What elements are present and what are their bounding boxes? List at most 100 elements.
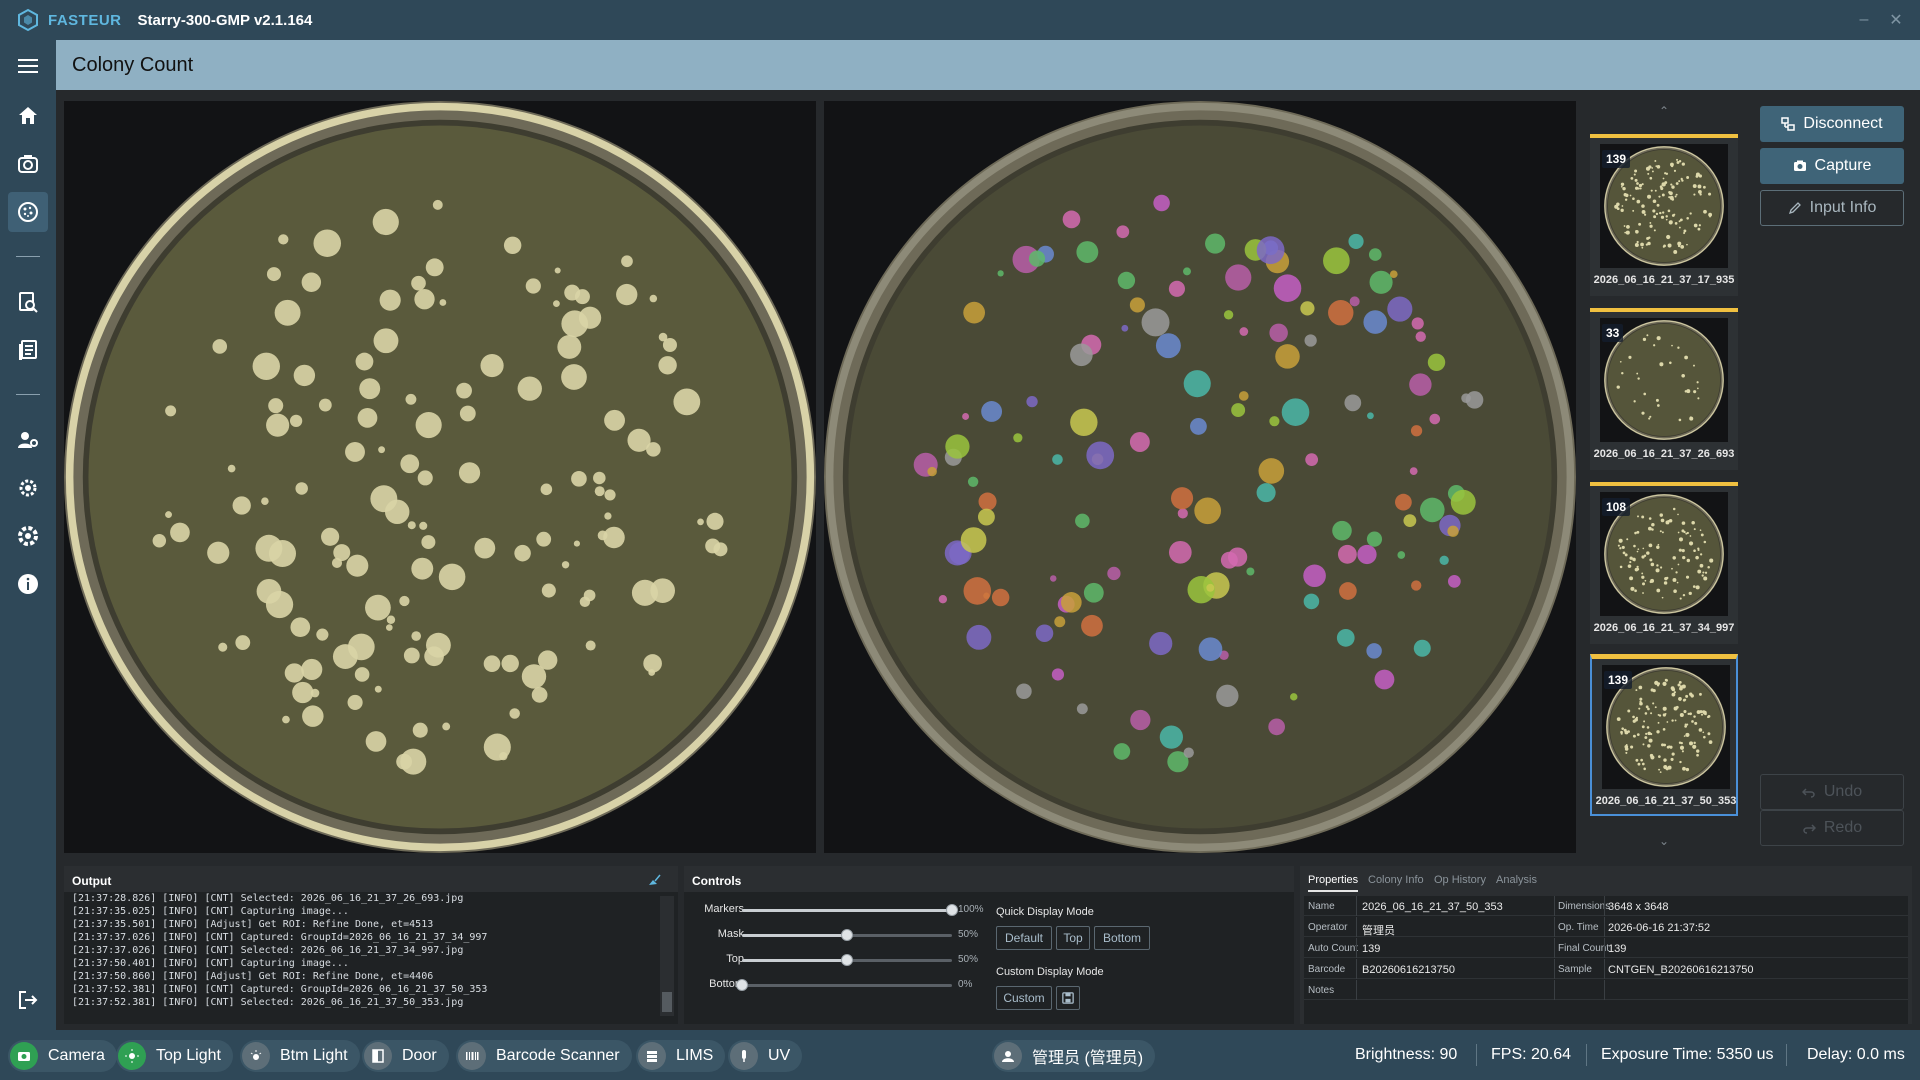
colony-marker[interactable] — [1129, 297, 1145, 313]
colony-marker[interactable] — [1117, 271, 1136, 290]
colony-marker[interactable] — [1220, 551, 1238, 569]
colony-marker[interactable] — [1410, 425, 1423, 437]
device-chip-top-light[interactable]: Top Light — [116, 1040, 233, 1072]
nav-search-report[interactable] — [8, 282, 48, 322]
tab-colony-info[interactable]: Colony Info — [1368, 874, 1424, 886]
colony-marker[interactable] — [1450, 489, 1476, 515]
menu-button[interactable] — [8, 46, 48, 86]
colony-marker[interactable] — [1395, 493, 1412, 511]
custom-mode-button[interactable]: Custom — [996, 986, 1052, 1010]
thumbnail-item[interactable]: 139 2026_06_16_21_37_17_935 — [1590, 134, 1738, 296]
device-chip-barcode-scanner[interactable]: Barcode Scanner — [456, 1040, 632, 1072]
colony-marker[interactable] — [1223, 310, 1234, 320]
colony-marker[interactable] — [1429, 413, 1441, 425]
colony-marker[interactable] — [1129, 432, 1150, 452]
nav-logout[interactable] — [8, 980, 48, 1020]
colony-marker[interactable] — [1076, 241, 1099, 263]
colony-marker[interactable] — [1269, 416, 1280, 427]
colony-marker[interactable] — [1256, 483, 1276, 503]
colony-marker[interactable] — [1411, 317, 1424, 330]
colony-marker[interactable] — [1026, 395, 1038, 408]
nav-records[interactable] — [8, 330, 48, 370]
colony-marker[interactable] — [1239, 327, 1249, 336]
colony-marker[interactable] — [1070, 408, 1098, 437]
nav-info[interactable] — [8, 564, 48, 604]
colony-marker[interactable] — [963, 301, 986, 324]
clear-log-icon[interactable] — [646, 872, 662, 888]
colony-marker[interactable] — [1409, 373, 1432, 396]
colony-marker[interactable] — [1397, 551, 1406, 559]
colony-marker[interactable] — [1035, 624, 1054, 642]
slider-handle[interactable] — [841, 954, 853, 966]
colony-marker[interactable] — [1050, 575, 1057, 582]
slider-track[interactable] — [742, 929, 952, 941]
input-info-button[interactable]: Input Info — [1760, 190, 1904, 226]
thumbnail-item[interactable]: 33 2026_06_16_21_37_26_693 — [1590, 308, 1738, 470]
colony-marker[interactable] — [1413, 639, 1431, 657]
colony-marker[interactable] — [997, 270, 1004, 277]
colony-marker[interactable] — [1070, 343, 1093, 367]
output-log[interactable]: [21:37:28.826] [INFO] [CNT] Selected: 20… — [72, 892, 656, 1012]
colony-marker[interactable] — [1081, 614, 1103, 637]
colony-marker[interactable] — [1231, 403, 1246, 418]
output-scrollbar[interactable] — [660, 896, 674, 1016]
colony-marker[interactable] — [1357, 544, 1377, 565]
nav-camera[interactable] — [8, 144, 48, 184]
colony-marker[interactable] — [1028, 250, 1046, 267]
colony-marker[interactable] — [927, 466, 937, 477]
colony-marker[interactable] — [1052, 454, 1063, 465]
tab-analysis[interactable]: Analysis — [1496, 874, 1537, 886]
close-button[interactable]: ✕ — [1884, 8, 1908, 32]
colony-marker[interactable] — [1336, 628, 1355, 647]
nav-home[interactable] — [8, 96, 48, 136]
colony-marker[interactable] — [962, 413, 970, 420]
colony-marker[interactable] — [966, 624, 992, 650]
colony-marker[interactable] — [1427, 353, 1446, 372]
colony-marker[interactable] — [991, 588, 1010, 607]
colony-marker[interactable] — [1275, 344, 1300, 369]
colony-marker[interactable] — [1387, 296, 1413, 322]
bottom-mode-button[interactable]: Bottom — [1094, 926, 1150, 950]
colony-marker[interactable] — [1411, 580, 1422, 591]
colony-marker[interactable] — [1363, 310, 1388, 334]
capture-button[interactable]: Capture — [1760, 148, 1904, 184]
colony-marker[interactable] — [1348, 233, 1364, 249]
slider-track[interactable] — [742, 904, 958, 916]
slider-handle[interactable] — [841, 929, 853, 941]
nav-colony-count[interactable] — [8, 192, 48, 232]
colony-marker[interactable] — [1198, 637, 1223, 662]
thumbnail-item[interactable]: 108 2026_06_16_21_37_34_997 — [1590, 482, 1738, 644]
slider-handle[interactable] — [736, 979, 748, 991]
slider-track[interactable] — [736, 979, 952, 991]
colony-marker[interactable] — [1153, 194, 1170, 212]
colony-marker[interactable] — [1366, 531, 1383, 547]
colony-marker[interactable] — [1328, 299, 1354, 326]
undo-button[interactable]: Undo — [1760, 774, 1904, 810]
colony-marker[interactable] — [1368, 248, 1382, 261]
colony-marker[interactable] — [1190, 418, 1207, 435]
colony-marker[interactable] — [1268, 718, 1285, 736]
colony-marker[interactable] — [1304, 334, 1317, 347]
colony-marker[interactable] — [1419, 497, 1445, 523]
scroll-down-icon[interactable]: ⌄ — [1656, 834, 1672, 850]
thumbnail-item-selected[interactable]: 139 2026_06_16_21_37_50_353 — [1590, 654, 1738, 816]
colony-marker[interactable] — [1461, 393, 1471, 403]
colony-marker[interactable] — [1177, 508, 1188, 519]
colony-marker[interactable] — [1238, 391, 1249, 401]
device-chip-uv[interactable]: UV — [728, 1040, 803, 1072]
colony-marker[interactable] — [1273, 274, 1302, 302]
device-chip-door[interactable]: Door — [362, 1040, 449, 1072]
colony-marker[interactable] — [1155, 333, 1181, 359]
colony-marker[interactable] — [978, 492, 997, 511]
colony-marker[interactable] — [1168, 280, 1185, 297]
disconnect-button[interactable]: Disconnect — [1760, 106, 1904, 142]
colony-marker[interactable] — [1269, 323, 1288, 343]
colony-marker[interactable] — [1305, 453, 1319, 467]
colony-marker[interactable] — [1256, 236, 1285, 265]
colony-marker[interactable] — [977, 508, 995, 526]
thumbnail-list[interactable]: ⌃ 139 2026_06_16_21_37_17_935 33 2026_06… — [1588, 100, 1740, 854]
colony-marker[interactable] — [1194, 497, 1222, 525]
device-chip-btm-light[interactable]: Btm Light — [240, 1040, 360, 1072]
colony-marker[interactable] — [1415, 331, 1426, 342]
top-mode-button[interactable]: Top — [1056, 926, 1090, 950]
